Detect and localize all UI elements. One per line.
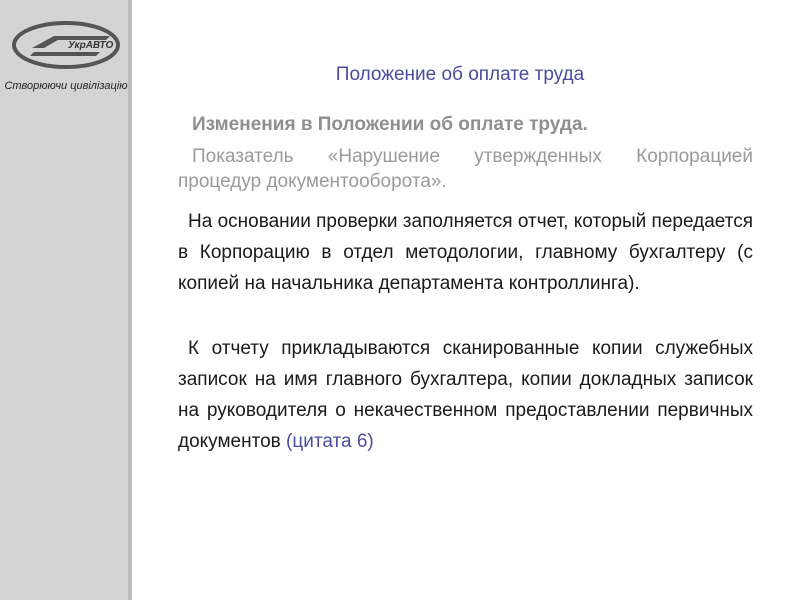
subheading: Изменения в Положении об оплате труда. [192,114,588,135]
sidebar-divider [128,0,132,600]
citation-link: (цитата 6) [286,431,374,452]
logo-tagline: Створюючи цивілізацію [4,80,128,92]
paragraph-attachments: К отчету прикладываются сканированные ко… [178,333,753,457]
svg-text:УкрАВТО: УкрАВТО [68,40,113,51]
indicator-text: Показатель «Нарушение утвержденных Корпо… [178,146,753,192]
slide-content: Изменения в Положении об оплате труда. П… [178,112,753,457]
attachments-text: К отчету прикладываются сканированные ко… [178,338,753,452]
ukravto-logo: УкрАВТО [12,21,120,69]
slide-title: Положение об оплате труда [335,64,585,85]
paragraph-report: На основании проверки заполняется отчет,… [178,211,753,294]
